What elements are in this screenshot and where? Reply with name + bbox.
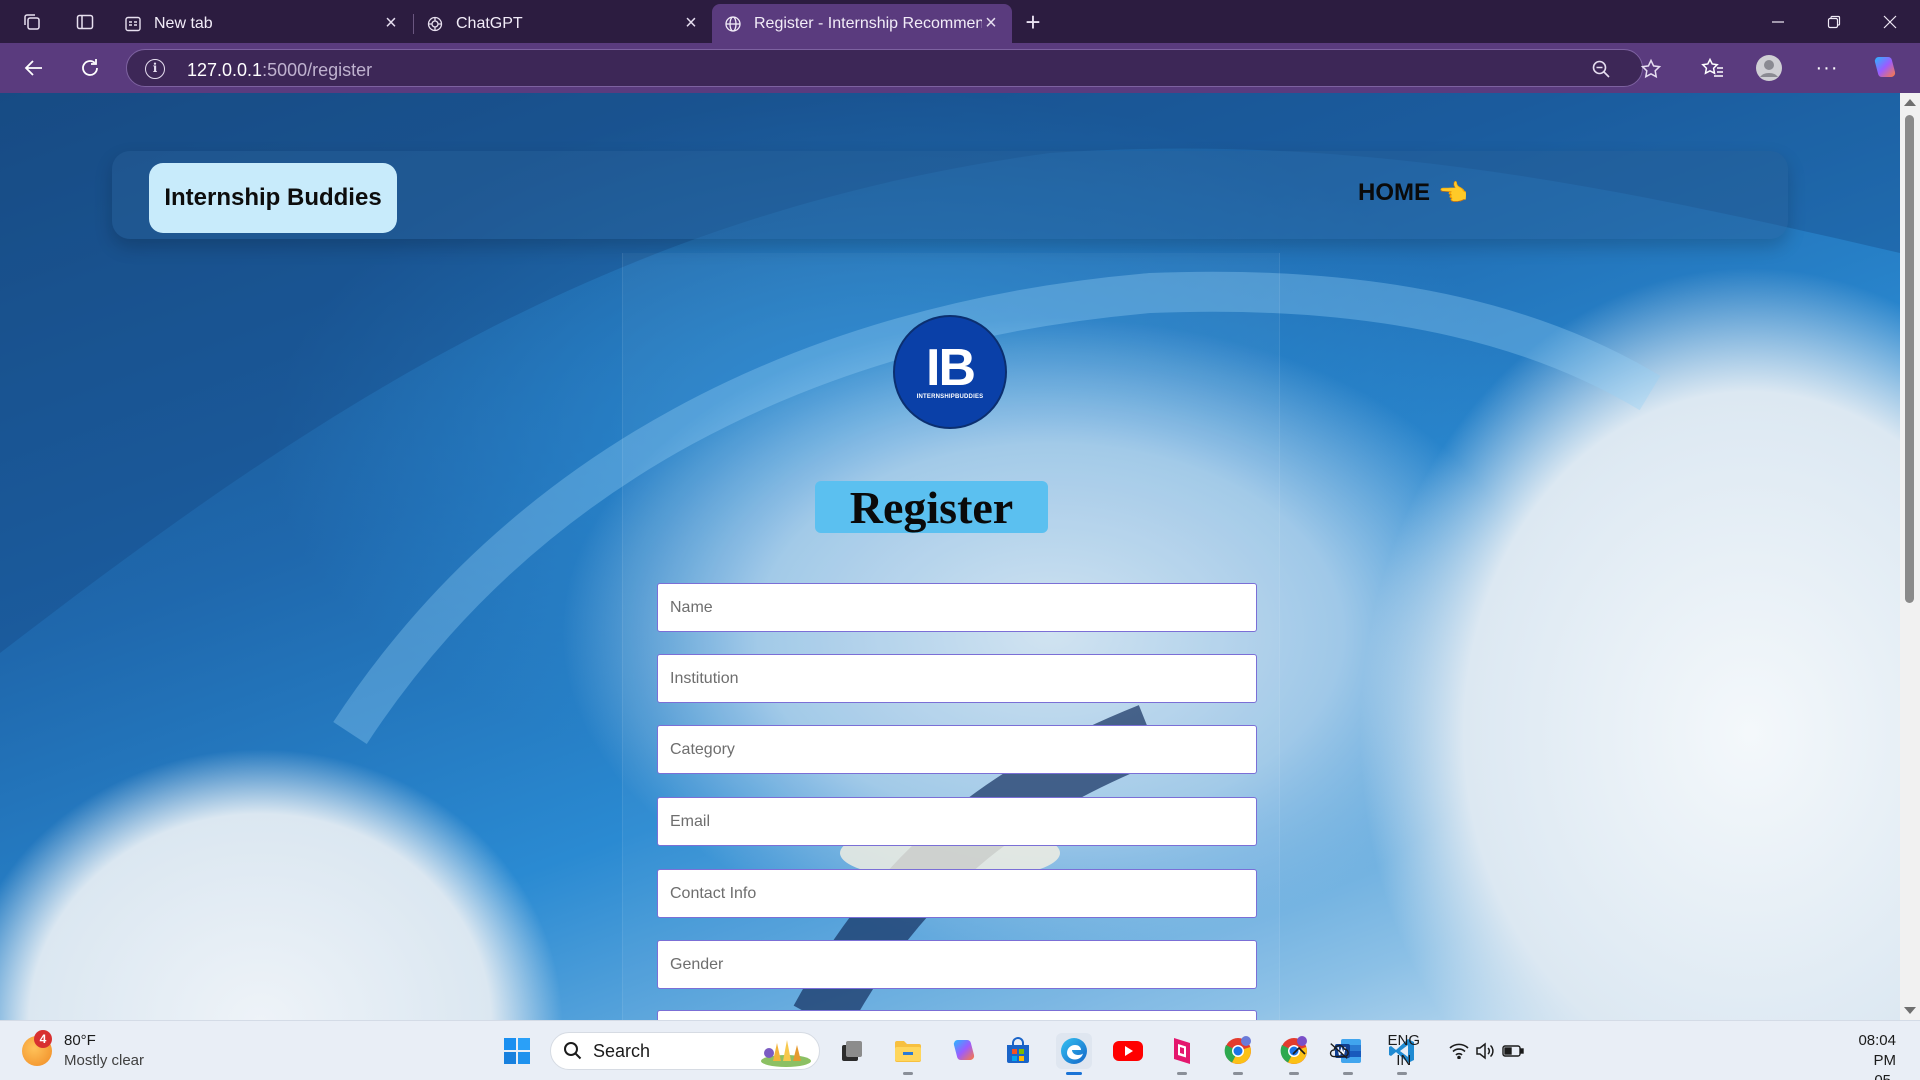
edge-browser-icon[interactable] [1056, 1033, 1092, 1075]
profile-avatar[interactable] [1752, 53, 1786, 83]
file-explorer-icon[interactable] [890, 1033, 926, 1075]
weather-condition: Mostly clear [64, 1052, 145, 1069]
microsoft-store-icon[interactable] [1000, 1033, 1036, 1069]
favorites-icon[interactable] [1696, 53, 1730, 83]
new-tab-icon [125, 16, 141, 31]
scrollbar-thumb[interactable] [1905, 115, 1914, 603]
tab-title: Register - Internship Recommend [754, 14, 982, 32]
brand-logo-button[interactable]: Internship Buddies [149, 163, 397, 233]
youtube-icon[interactable] [1110, 1033, 1146, 1069]
next-input-partial[interactable] [657, 1010, 1257, 1020]
chatgpt-icon [427, 16, 443, 31]
language-indicator[interactable]: ENG IN [1387, 1031, 1420, 1071]
browser-tab-bar: New tab × ChatGPT × Register - Internshi… [0, 0, 1920, 43]
name-input[interactable] [657, 583, 1257, 632]
workspaces-icon[interactable] [17, 8, 47, 36]
ib-logo: IB INTERNSHIPBUDDIES [893, 315, 1007, 429]
email-input[interactable] [657, 797, 1257, 846]
close-window-button[interactable] [1862, 0, 1918, 43]
search-label: Search [593, 1040, 651, 1061]
tab-title: New tab [154, 14, 213, 32]
tab-new-tab[interactable]: New tab × [112, 4, 412, 43]
restore-button[interactable] [1806, 0, 1862, 43]
wifi-icon[interactable] [1448, 1040, 1470, 1062]
minimize-button[interactable] [1750, 0, 1806, 43]
start-button[interactable] [499, 1033, 535, 1069]
clock-date: 05-03-2025 [1858, 1071, 1896, 1080]
contact-info-input[interactable] [657, 869, 1257, 918]
new-tab-button[interactable]: + [1018, 7, 1048, 37]
browser-toolbar: i 127.0.0.1:5000/register ··· [0, 43, 1920, 93]
clock-time: 08:04 PM [1858, 1032, 1896, 1069]
institution-input[interactable] [657, 654, 1257, 703]
page-viewport: Internship Buddies HOME 👈 IB INTERNSHIPB… [0, 93, 1900, 1020]
close-icon[interactable]: × [982, 12, 1000, 35]
home-link[interactable]: HOME 👈 [1358, 173, 1468, 213]
close-icon[interactable]: × [682, 12, 700, 35]
lang-code: ENG [1387, 1032, 1420, 1049]
battery-icon[interactable] [1502, 1040, 1524, 1062]
page-title: Register [815, 481, 1048, 533]
home-label: HOME [1358, 179, 1430, 206]
tab-actions-icon[interactable] [70, 8, 100, 36]
close-icon[interactable]: × [382, 12, 400, 35]
globe-icon [725, 15, 741, 32]
back-button[interactable] [18, 53, 50, 83]
copilot-icon[interactable] [1868, 53, 1902, 83]
top-navbar: Internship Buddies HOME 👈 [112, 151, 1788, 239]
page-scrollbar[interactable] [1900, 93, 1920, 1020]
clock[interactable]: 08:04 PM 05-03-2025 [1858, 1031, 1896, 1080]
onedrive-offline-icon[interactable] [1328, 1040, 1350, 1062]
volume-icon[interactable] [1474, 1040, 1496, 1062]
taskbar-search[interactable]: Search [550, 1032, 820, 1070]
category-input[interactable] [657, 725, 1257, 774]
gender-input[interactable] [657, 940, 1257, 989]
chevron-up-icon[interactable] [1288, 1040, 1310, 1062]
url-text[interactable]: 127.0.0.1:5000/register [187, 60, 372, 81]
copilot-app-icon[interactable] [946, 1033, 982, 1069]
weather-icon: 4 [22, 1030, 52, 1066]
weather-temp: 80°F [64, 1032, 96, 1049]
search-icon [564, 1042, 582, 1060]
region-code: IN [1396, 1052, 1412, 1069]
tab-title: ChatGPT [456, 14, 523, 32]
weather-widget[interactable]: 4 80°F Mostly clear [22, 1030, 145, 1071]
refresh-button[interactable] [74, 53, 106, 83]
site-info-icon[interactable]: i [145, 59, 165, 79]
pointing-hand-icon: 👈 [1438, 179, 1468, 207]
favorite-star-icon[interactable] [1639, 58, 1663, 80]
more-menu-icon[interactable]: ··· [1810, 53, 1844, 83]
search-highlight-icon [761, 1040, 811, 1067]
chrome-profile-1-icon[interactable] [1220, 1033, 1256, 1075]
tab-chatgpt[interactable]: ChatGPT × [414, 4, 712, 43]
tab-register[interactable]: Register - Internship Recommend × [712, 4, 1012, 43]
pdf-reader-icon[interactable] [1164, 1033, 1200, 1075]
windows-taskbar: 4 80°F Mostly clear Search ENG IN 08:04 … [0, 1020, 1920, 1080]
notification-badge: 4 [34, 1030, 52, 1048]
task-view-icon[interactable] [834, 1033, 870, 1069]
logo-text: IB [926, 339, 976, 397]
address-bar[interactable]: i 127.0.0.1:5000/register [126, 49, 1662, 87]
zoom-out-icon[interactable] [1589, 58, 1613, 80]
logo-subtext: INTERNSHIPBUDDIES [916, 394, 984, 400]
